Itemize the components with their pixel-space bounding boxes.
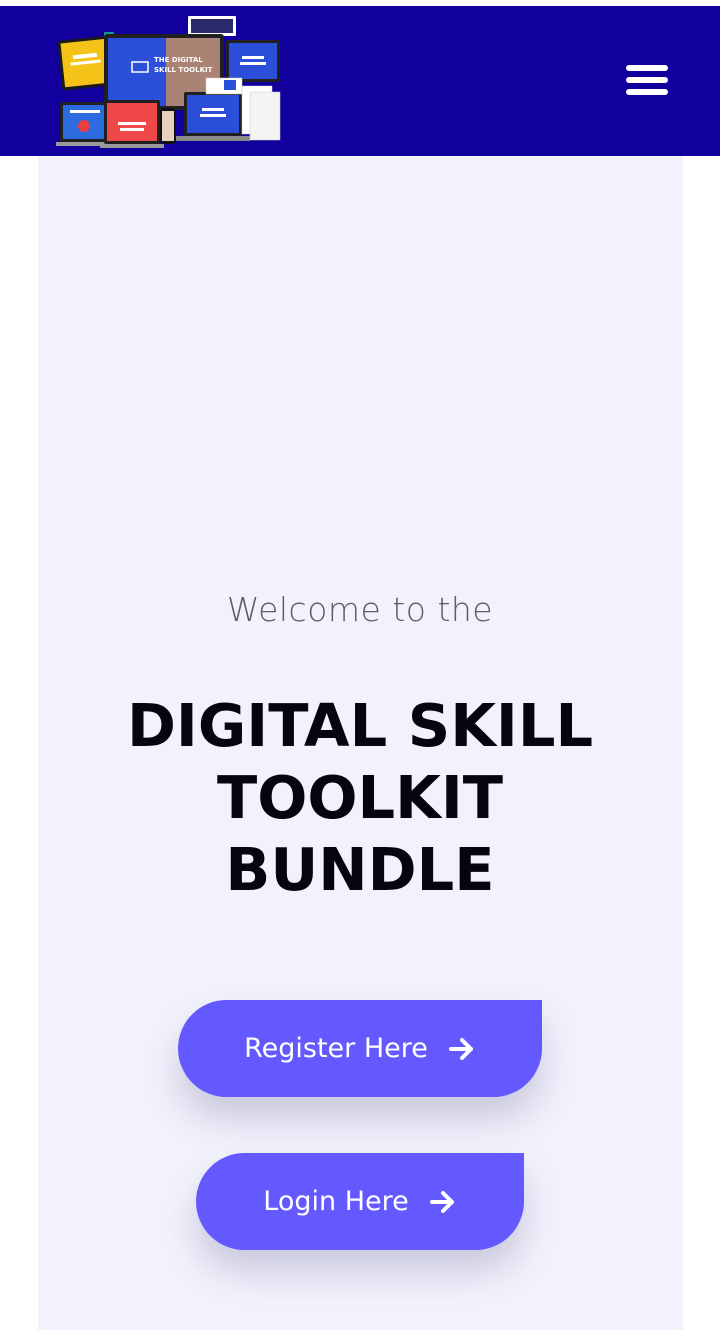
register-button[interactable]: Register Here xyxy=(178,1000,542,1097)
site-header: THE DIGITAL SKILL TOOLKIT xyxy=(0,6,720,156)
title-line-1: DIGITAL SKILL xyxy=(126,691,594,760)
login-button-label: Login Here xyxy=(263,1186,409,1217)
login-button[interactable]: Login Here xyxy=(196,1153,524,1250)
menu-bar xyxy=(626,65,668,71)
register-button-label: Register Here xyxy=(244,1033,428,1064)
menu-bar xyxy=(626,89,668,95)
title-line-2: TOOLKIT xyxy=(216,763,504,832)
hamburger-menu-icon[interactable] xyxy=(622,62,672,102)
page-title: DIGITAL SKILL TOOLKIT BUNDLE xyxy=(0,690,720,906)
arrow-right-icon xyxy=(448,1037,476,1061)
logo-title-1: THE DIGITAL xyxy=(154,56,203,64)
welcome-text: Welcome to the xyxy=(226,590,494,629)
arrow-right-icon xyxy=(429,1190,457,1214)
logo-title-2: SKILL TOOLKIT xyxy=(154,66,213,74)
title-line-3: BUNDLE xyxy=(225,835,495,904)
product-bundle-logo[interactable]: THE DIGITAL SKILL TOOLKIT xyxy=(56,16,282,148)
bundle-mockup-image: THE DIGITAL SKILL TOOLKIT xyxy=(56,16,281,148)
menu-bar xyxy=(626,77,668,83)
